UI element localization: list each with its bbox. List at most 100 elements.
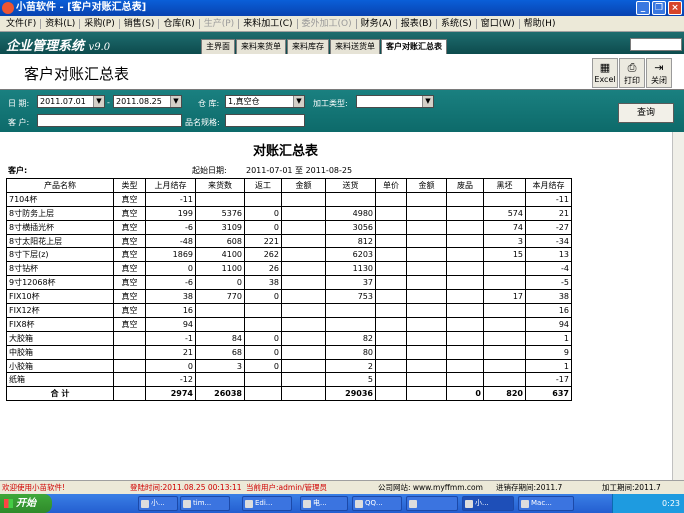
table-cell — [446, 358, 484, 374]
start-button[interactable]: 开始 — [0, 494, 52, 513]
table-cell: -11 — [145, 191, 196, 207]
table-row: 8寸太阳花上层 真空 -48 608 221 812 3 -34 — [6, 233, 572, 249]
tab-incoming-receipt[interactable]: 来料来货单 — [236, 39, 286, 54]
table-cell — [281, 233, 326, 249]
spec-input[interactable] — [225, 114, 305, 127]
table-cell — [483, 344, 526, 360]
table-row: 小胶箱 0 3 0 2 1 — [6, 358, 572, 374]
clock: 0:23 — [662, 499, 680, 508]
table-cell: 74 — [483, 219, 526, 235]
table-cell — [483, 330, 526, 346]
column-header: 返工 — [244, 178, 282, 193]
table-cell: 真空 — [113, 205, 146, 221]
menu-data[interactable]: 资料(L) — [41, 17, 79, 31]
status-user: 当前用户:admin/管理员 — [246, 483, 328, 492]
table-cell — [195, 372, 245, 388]
menu-file[interactable]: 文件(F) — [2, 17, 40, 31]
menu-system[interactable]: 系统(S) — [437, 17, 476, 31]
report-customer-label: 客户: — [8, 166, 28, 175]
table-row: 8寸钻杯 真空 0 1100 26 1130 -4 — [6, 261, 572, 277]
print-button[interactable]: ⎙ 打印 — [619, 58, 645, 88]
taskbar-item[interactable]: QQ... — [352, 496, 402, 511]
table-cell — [406, 261, 447, 277]
customer-input[interactable] — [37, 114, 182, 127]
close-button[interactable]: ⇥ 关闭 — [646, 58, 672, 88]
table-header-row: 产品名称 类型 上月结存 来货数 返工 金额 送货 单价 金额 废品 黑坯 本月结存 — [6, 178, 572, 193]
table-cell: 真空 — [113, 303, 146, 318]
form-header: 客户对账汇总表 ▦ Excel ⎙ 打印 ⇥ 关闭 — [0, 54, 684, 90]
date-label: 日 期: — [8, 99, 30, 108]
table-cell — [195, 303, 245, 318]
taskbar-item[interactable]: 小... — [138, 496, 178, 511]
excel-button[interactable]: ▦ Excel — [592, 58, 618, 88]
table-cell — [281, 344, 326, 360]
table-cell — [446, 275, 484, 291]
table-row: 9寸12068杯 真空 -6 0 38 37 -5 — [6, 275, 572, 291]
table-cell: 合 计 — [6, 386, 114, 402]
report-preview: 对账汇总表 客户: 起始日期: 2011-07-01 至 2011-08-25 … — [0, 132, 684, 480]
tab-customer-summary[interactable]: 客户对账汇总表 — [381, 39, 447, 54]
report-scrollbar[interactable] — [672, 132, 684, 480]
column-header: 金额 — [281, 178, 326, 193]
table-cell — [375, 372, 407, 388]
menu-purchase[interactable]: 采购(P) — [80, 17, 118, 31]
menu-production[interactable]: 生产(P) — [200, 17, 238, 31]
taskbar-item-active[interactable]: 小... — [462, 496, 514, 511]
warehouse-select[interactable]: 1,真空仓 ▼ — [225, 95, 305, 108]
close-window-button[interactable]: × — [668, 1, 682, 15]
table-cell: -11 — [525, 191, 572, 207]
taskbar-item[interactable]: Edi... — [242, 496, 292, 511]
windows-taskbar: 开始 小... tim... Edi... 电... QQ... 小... Ma… — [0, 494, 684, 513]
table-cell: 13 — [525, 247, 572, 263]
table-cell — [446, 330, 484, 346]
query-button[interactable]: 查询 — [618, 103, 674, 123]
menu-warehouse[interactable]: 仓库(R) — [159, 17, 198, 31]
page-title: 客户对账汇总表 — [24, 65, 130, 83]
menu-window[interactable]: 窗口(W) — [477, 17, 519, 31]
table-cell: 80 — [325, 344, 376, 360]
menu-outsourcing[interactable]: 委外加工(O) — [298, 17, 356, 31]
table-cell: -1 — [145, 330, 196, 346]
table-cell — [446, 191, 484, 207]
table-cell — [406, 289, 447, 305]
table-cell — [375, 261, 407, 277]
app-icon — [2, 2, 14, 14]
table-cell: 0 — [195, 275, 245, 291]
taskbar-item[interactable]: Mac... — [518, 496, 574, 511]
column-header: 产品名称 — [6, 178, 114, 193]
table-cell — [446, 303, 484, 318]
process-type-select[interactable]: ▼ — [356, 95, 434, 108]
table-cell: 1869 — [145, 247, 196, 263]
table-cell: 2974 — [145, 386, 196, 402]
tab-main[interactable]: 主界面 — [201, 39, 235, 54]
table-cell: -17 — [525, 372, 572, 388]
tab-delivery-note[interactable]: 来料送货单 — [330, 39, 380, 54]
menu-sales[interactable]: 销售(S) — [120, 17, 159, 31]
restore-button[interactable]: ❐ — [652, 1, 666, 15]
table-cell — [281, 372, 326, 388]
date-to-picker[interactable]: 2011.08.25 ▼ — [113, 95, 182, 108]
taskbar-item[interactable]: tim... — [180, 496, 230, 511]
table-row: 7104杯 真空 -11 -11 — [6, 191, 572, 207]
table-cell: 3 — [195, 358, 245, 374]
top-right-combo[interactable] — [630, 38, 682, 51]
table-cell — [195, 316, 245, 332]
menu-help[interactable]: 帮助(H) — [520, 17, 560, 31]
table-cell — [244, 386, 282, 402]
date-from-picker[interactable]: 2011.07.01 ▼ — [37, 95, 105, 108]
tab-material-stock[interactable]: 来料库存 — [287, 39, 329, 54]
table-cell: 26 — [244, 261, 282, 277]
table-cell: 262 — [244, 247, 282, 263]
table-cell: 6203 — [325, 247, 376, 263]
taskbar-item[interactable]: 电... — [300, 496, 348, 511]
table-cell — [406, 233, 447, 249]
windows-logo-icon — [4, 499, 13, 508]
customer-label: 客 户: — [8, 118, 30, 127]
table-cell: 820 — [483, 386, 526, 402]
taskbar-item[interactable] — [406, 496, 458, 511]
minimize-button[interactable]: _ — [636, 1, 650, 15]
menu-reports[interactable]: 报表(B) — [397, 17, 436, 31]
menu-finance[interactable]: 财务(A) — [357, 17, 396, 31]
table-cell — [446, 219, 484, 235]
menu-material-processing[interactable]: 来料加工(C) — [239, 17, 296, 31]
